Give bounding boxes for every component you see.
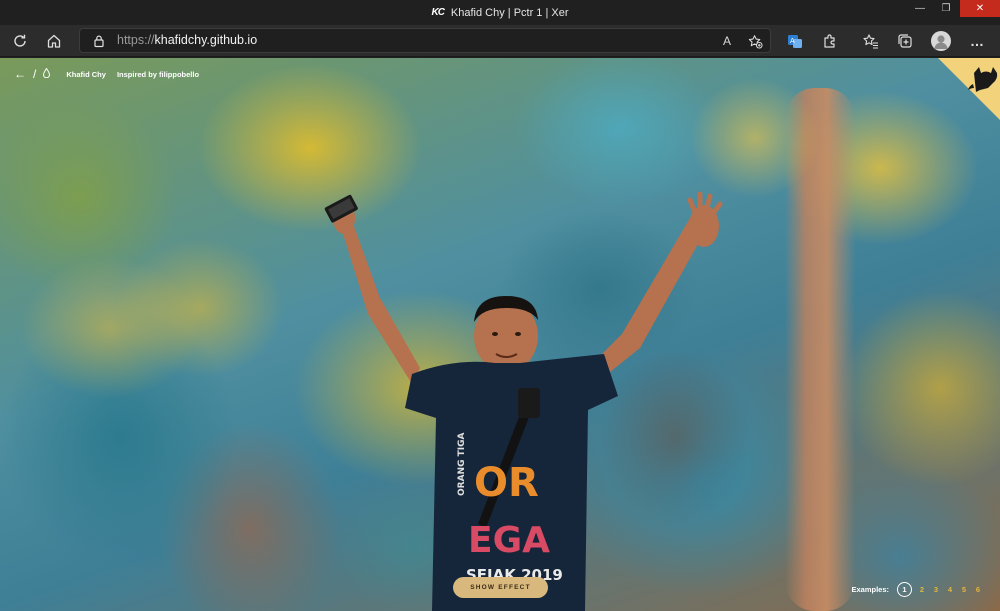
lock-icon[interactable] (90, 32, 108, 50)
minimize-button[interactable]: — (908, 0, 932, 17)
window-title: Khafid Chy | Pctr 1 | Xer (450, 6, 569, 19)
inspired-by-link[interactable]: Inspired by filippobello (117, 70, 199, 79)
nav-separator: / (33, 67, 37, 81)
drop-icon[interactable] (43, 67, 51, 81)
show-effect-button[interactable]: SHOW EFFECT (453, 577, 548, 598)
collections-icon[interactable] (896, 32, 914, 50)
profile-icon[interactable] (931, 31, 951, 51)
back-arrow-icon[interactable]: ← (14, 67, 26, 81)
example-link-4[interactable]: 4 (946, 585, 954, 594)
add-favorite-icon[interactable] (746, 32, 764, 50)
github-corner-link[interactable] (938, 58, 1000, 120)
title-bar: KC Khafid Chy | Pctr 1 | Xer — ❐ ✕ (0, 0, 1000, 25)
browser-toolbar: https://khafidchy.github.io A A … (0, 25, 1000, 57)
examples-pagination: Examples: 1 2 3 4 5 6 (851, 581, 982, 597)
home-icon[interactable] (45, 32, 63, 50)
translator-icon[interactable]: A (786, 32, 804, 50)
refresh-icon[interactable] (11, 32, 29, 50)
more-glyph: … (970, 33, 984, 49)
svg-text:A: A (790, 37, 795, 45)
restore-button[interactable]: ❐ (934, 0, 958, 17)
example-link-3[interactable]: 3 (932, 585, 940, 594)
shirt-print-side: ORANG TIGA (457, 433, 467, 496)
person-photo: OR EGA SEJAK 2019 ORANG TIGA (324, 191, 723, 611)
url-host: khafidchy.github.io (154, 33, 258, 47)
page-viewport: OR EGA SEJAK 2019 ORANG TIGA ← / Khafid … (0, 58, 1000, 611)
extensions-icon[interactable] (821, 32, 839, 50)
shirt-print-line2: EGA (468, 520, 550, 561)
shirt-print-line1: OR (474, 460, 539, 506)
site-nav: ← / Khafid Chy Inspired by filippobello (14, 66, 199, 82)
window-controls: — ❐ ✕ (906, 0, 1000, 21)
more-icon[interactable]: … (968, 32, 986, 50)
example-link-5[interactable]: 5 (960, 585, 968, 594)
read-aloud-icon[interactable]: A (718, 32, 736, 50)
read-aloud-glyph: A (722, 34, 731, 48)
example-link-2[interactable]: 2 (918, 585, 926, 594)
favorites-icon[interactable] (862, 32, 880, 50)
address-bar[interactable]: https://khafidchy.github.io A (79, 28, 771, 53)
url-text[interactable]: https://khafidchy.github.io (117, 29, 257, 52)
example-link-1[interactable]: 1 (897, 581, 912, 597)
url-scheme: https:// (117, 33, 155, 47)
examples-label: Examples: (851, 584, 889, 594)
close-button[interactable]: ✕ (960, 0, 1000, 17)
window-title-area: KC Khafid Chy | Pctr 1 | Xer (0, 0, 1000, 25)
example-link-6[interactable]: 6 (974, 585, 982, 594)
site-author-link[interactable]: Khafid Chy (66, 70, 106, 79)
site-favicon-icon: KC (431, 7, 444, 18)
